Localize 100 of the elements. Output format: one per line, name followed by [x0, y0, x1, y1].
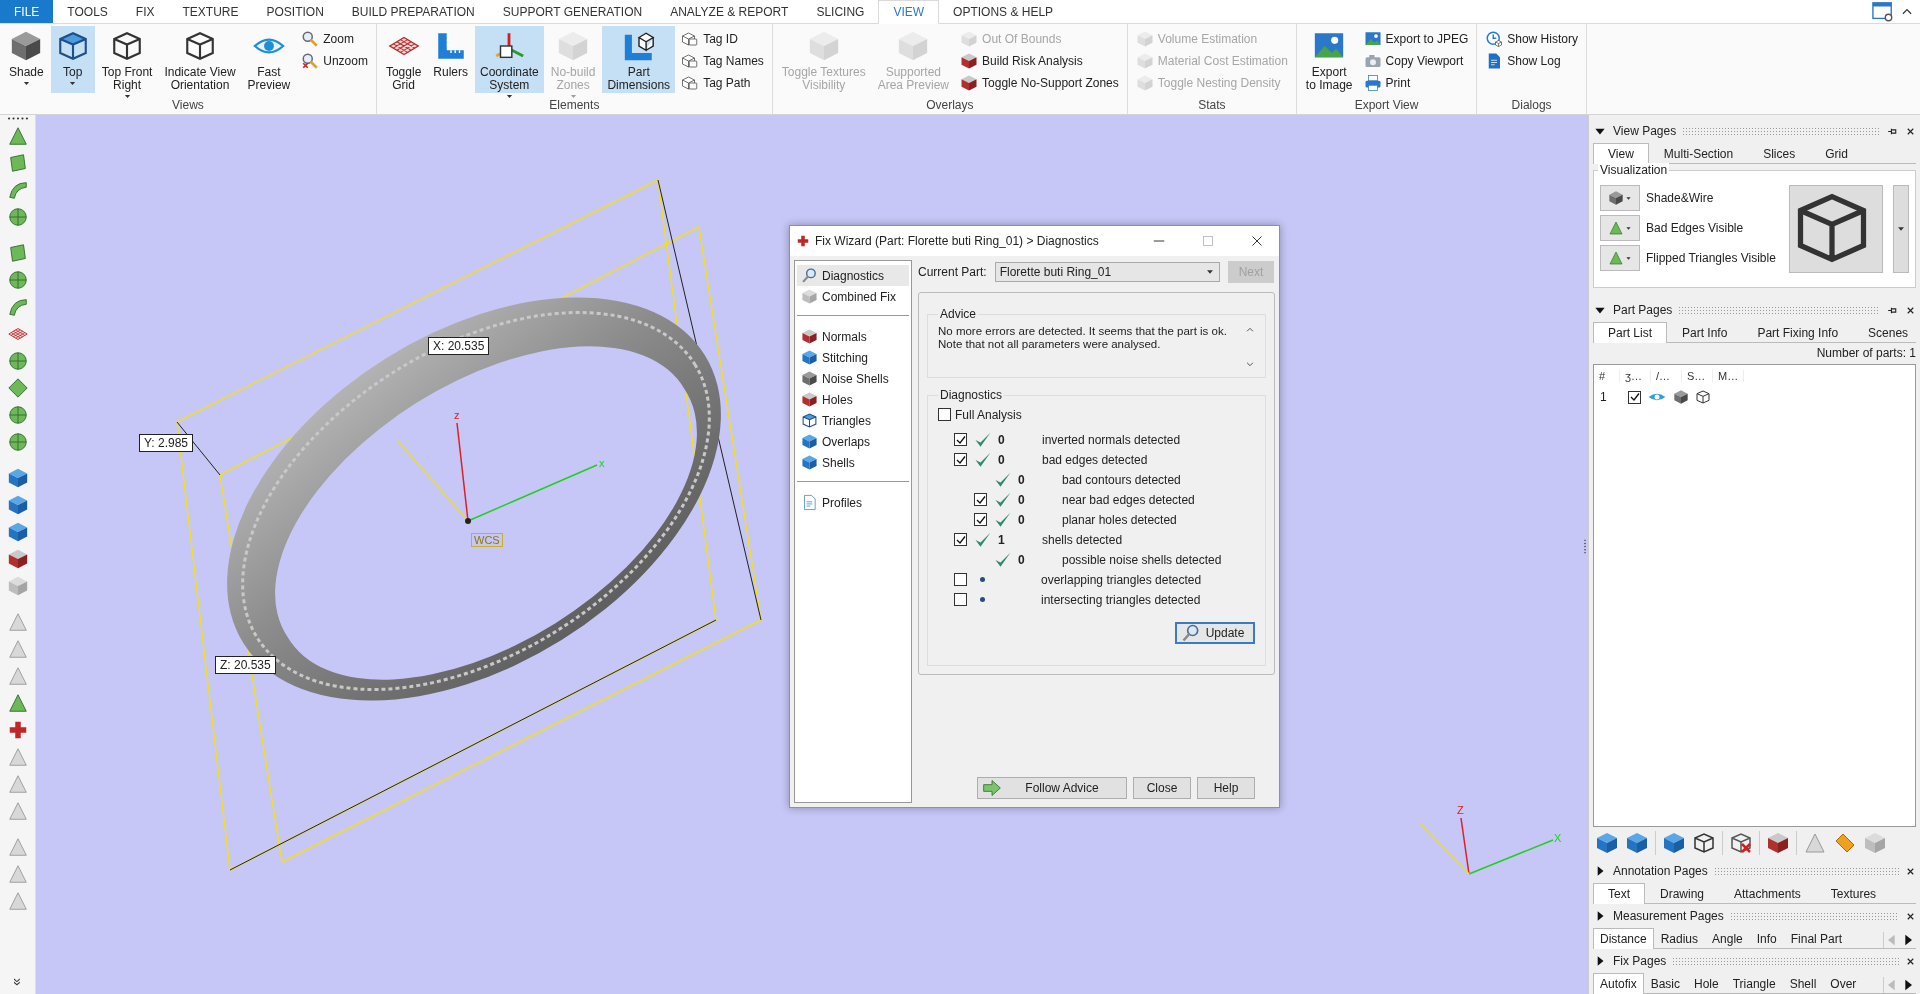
ribbon-button[interactable]: Rulers [428, 26, 473, 93]
option-label: Flipped Triangles Visible [1646, 251, 1776, 265]
dimension-label: Y: 2.985 [139, 434, 194, 452]
tab[interactable]: Radius [1653, 928, 1706, 948]
menu-tab[interactable]: TOOLS [53, 0, 122, 23]
ribbon-button[interactable]: Fast Preview [242, 26, 296, 93]
count: 0 [998, 452, 1005, 467]
dimension-label: Z: 20.535 [215, 656, 276, 674]
tab[interactable]: Multi-Section [1648, 143, 1749, 163]
checkbox-label: Full Analysis [955, 407, 1022, 422]
group-title: Dialogs [1510, 98, 1553, 114]
ribbon-button[interactable]: Indicate View Orientation [159, 26, 241, 93]
follow-advice-button[interactable]: Follow Advice [977, 777, 1127, 799]
part-count: Number of parts: 1 [1815, 345, 1916, 362]
nav-item[interactable]: Diagnostics [797, 265, 909, 286]
diagnostic-label: planar holes detected [1062, 512, 1177, 527]
tab[interactable]: Part List [1593, 322, 1667, 343]
nav-item[interactable]: Profiles [797, 492, 909, 513]
part-dropdown[interactable]: Florette buti Ring_01 [994, 262, 1220, 282]
tab[interactable]: Attachments [1719, 883, 1816, 903]
ribbon-button[interactable]: Build Risk Analysis [956, 50, 1123, 71]
option-label: Bad Edges Visible [1646, 221, 1744, 235]
tab[interactable]: Grid [1810, 143, 1863, 163]
menu-tab[interactable]: VIEW [878, 0, 940, 24]
ribbon-button[interactable]: Tag Names [677, 50, 768, 71]
column-header: # [1594, 370, 1620, 382]
tab[interactable]: Triangle [1725, 973, 1783, 993]
group-title: Diagnostics [939, 388, 1004, 402]
nav-item[interactable]: Stitching [797, 347, 909, 368]
count: 0 [1018, 472, 1025, 487]
panel-title: Part Pages [1613, 303, 1673, 317]
ribbon-button[interactable]: Export to JPEG [1359, 28, 1473, 49]
ribbon-button[interactable]: Copy Viewport [1359, 50, 1473, 71]
ribbon-button[interactable]: Print [1359, 72, 1473, 93]
ribbon-button[interactable]: Part Dimensions [602, 26, 676, 93]
tab[interactable]: Slices [1748, 143, 1811, 163]
panel-title: Measurement Pages [1613, 909, 1724, 923]
menu-tab[interactable]: OPTIONS & HELP [939, 0, 1068, 23]
nav-item[interactable]: Shells [797, 452, 909, 473]
tab[interactable]: Over [1823, 973, 1864, 993]
tab[interactable]: Autofix [1593, 973, 1644, 994]
tab[interactable]: Textures [1815, 883, 1892, 903]
ribbon-button[interactable]: Unzoom [297, 50, 372, 71]
column-header: /… [1651, 370, 1682, 382]
ribbon-button[interactable]: Show History [1481, 28, 1582, 49]
update-button[interactable]: Update [1175, 622, 1255, 644]
dimension-label: X: 20.535 [428, 337, 490, 355]
diagnostic-label: intersecting triangles detected [1041, 592, 1201, 607]
ribbon-button[interactable]: Tag ID [677, 28, 768, 49]
nav-item[interactable]: Noise Shells [797, 368, 909, 389]
origin-label: WCS [471, 533, 503, 547]
file-menu[interactable]: FILE [0, 0, 54, 23]
menu-tab[interactable]: FIX [121, 0, 169, 23]
option-label: Shade&Wire [1646, 191, 1714, 205]
group-title: Elements [548, 98, 601, 114]
diagnostic-label: near bad edges detected [1062, 492, 1195, 507]
tab[interactable]: Hole [1687, 973, 1726, 993]
count: 0 [998, 432, 1005, 447]
tab[interactable]: View [1593, 143, 1649, 164]
group-title: Advice [939, 307, 978, 321]
nav-item[interactable]: Triangles [797, 410, 909, 431]
dialog-button[interactable]: Close [1133, 777, 1191, 799]
group-title: Export View [1353, 98, 1420, 114]
menu-tab[interactable]: SLICING [802, 0, 879, 23]
more-tools-chevron[interactable]: » [9, 978, 26, 986]
tab[interactable]: Part Info [1667, 322, 1743, 342]
ribbon-button[interactable]: Top [50, 26, 95, 93]
tab[interactable]: Basic [1643, 973, 1688, 993]
ribbon-button[interactable]: Toggle No-Support Zones [956, 72, 1123, 93]
ribbon-button[interactable]: Export to Image [1300, 26, 1358, 93]
tab[interactable]: Info [1749, 928, 1784, 948]
nav-item[interactable]: Overlaps [797, 431, 909, 452]
nav-item[interactable]: Combined Fix [797, 286, 909, 307]
menu-tab[interactable]: ANALYZE & REPORT [656, 0, 803, 23]
menu-tab[interactable]: POSITION [252, 0, 338, 23]
menu-tab[interactable]: SUPPORT GENERATION [488, 0, 657, 23]
ribbon-button[interactable]: Zoom [297, 28, 372, 49]
ribbon-button[interactable]: Top Front Right [96, 26, 158, 93]
tab[interactable]: Angle [1705, 928, 1750, 948]
nav-item[interactable]: Holes [797, 389, 909, 410]
tab[interactable]: Final Part [1783, 928, 1850, 948]
axis-label: Z [1457, 804, 1464, 816]
tab[interactable]: Distance [1593, 928, 1654, 949]
nav-item[interactable]: Normals [797, 326, 909, 347]
tab[interactable]: Text [1593, 883, 1645, 904]
axis-label: x [599, 457, 605, 469]
row-number: 1 [1600, 390, 1608, 404]
menu-tab[interactable]: BUILD PREPARATION [337, 0, 489, 23]
ribbon-button[interactable]: Shade [4, 26, 49, 93]
menu-tab[interactable]: TEXTURE [168, 0, 253, 23]
dialog-button[interactable]: Help [1197, 777, 1255, 799]
group-title: Views [171, 98, 205, 114]
axis-label: X [1554, 832, 1562, 844]
tab[interactable]: Scenes [1853, 322, 1920, 342]
tab[interactable]: Part Fixing Info [1742, 322, 1854, 342]
ribbon-button[interactable]: Toggle Grid [380, 26, 427, 93]
tab[interactable]: Drawing [1645, 883, 1720, 903]
ribbon-button[interactable]: Show Log [1481, 50, 1582, 71]
tab[interactable]: Shell [1782, 973, 1824, 993]
ribbon-button[interactable]: Tag Path [677, 72, 768, 93]
